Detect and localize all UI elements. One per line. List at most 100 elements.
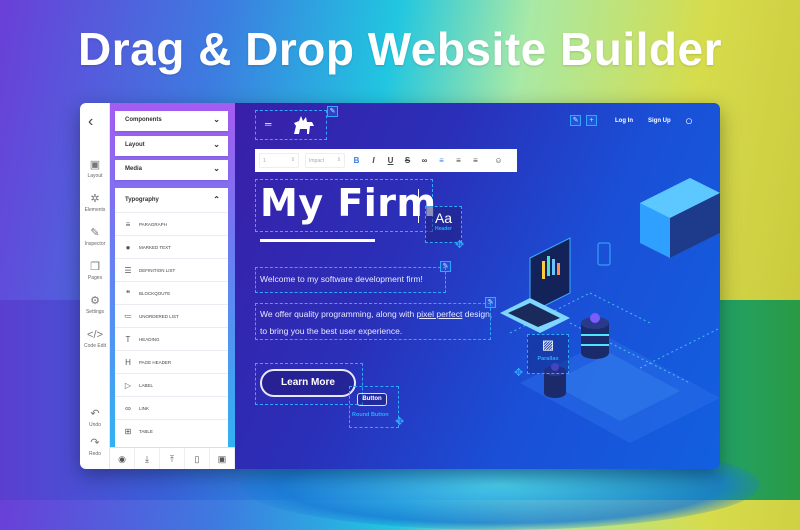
undo-button[interactable]: ↶ Undo — [80, 408, 110, 428]
section-media[interactable]: Media ⌄ — [115, 160, 228, 180]
align-left-button[interactable]: ≡ — [436, 156, 447, 165]
download-button[interactable]: ⤓ — [135, 448, 160, 469]
text-format-toolbar: 1 ⇕ Impact ⇕ B I U S ∞ ≡ ≡ ≡ ☺ — [255, 149, 517, 172]
edit-icon[interactable]: ✎ — [570, 115, 581, 126]
laptop-illustration — [500, 237, 571, 333]
code-icon: </> — [87, 329, 103, 341]
pages-icon: ❐ — [90, 261, 100, 273]
menu-icon[interactable]: ═ — [265, 119, 271, 129]
font-size-select[interactable]: 1 ⇕ — [259, 153, 299, 168]
app-window: ‹ ▣ Layout ✲ Elements ✎ Inspector ❐ Pages ⚙ S… — [80, 103, 720, 469]
redo-button[interactable]: ↷ Redo — [80, 437, 110, 457]
emoji-button[interactable]: ☺ — [493, 156, 504, 165]
login-link[interactable]: Log In — [615, 118, 633, 124]
component-unordered-list[interactable]: ≔ Unordered List — [115, 304, 228, 327]
mobile-preview-button[interactable]: ▯ — [185, 448, 210, 469]
component-marked-text[interactable]: ● Marked Text — [115, 235, 228, 258]
components-panel: Components ⌄ Layout ⌄ Media ⌄ Typography ⌃ ≡… — [110, 103, 235, 469]
back-icon[interactable]: ‹ — [88, 113, 93, 131]
section-layout[interactable]: Layout ⌄ — [115, 136, 228, 156]
page-title[interactable]: My Firm — [260, 181, 437, 225]
design-canvas[interactable]: ═ ✎ ✎ + Log In Sign Up ○ 1 ⇕ Impact ⇕ B I … — [235, 103, 720, 469]
list-icon: ☰ — [124, 265, 132, 275]
component-blockquote[interactable]: ❝ Blockqoute — [115, 281, 228, 304]
save-icon: ▣ — [217, 454, 227, 464]
bullet-list-icon: ≔ — [124, 311, 132, 321]
round-button-label: Round Button — [352, 412, 389, 418]
description-text[interactable]: We offer quality programming, along with… — [260, 306, 495, 340]
upload-button[interactable]: ⤒ — [160, 448, 185, 469]
signup-link[interactable]: Sign Up — [648, 118, 671, 124]
pencil-icon: ✎ — [90, 227, 100, 239]
typography-header[interactable]: Typography ⌃ — [115, 188, 228, 212]
undo-icon: ↶ — [90, 408, 100, 420]
image-icon: ▨ — [541, 337, 555, 352]
pixel-perfect-link[interactable]: pixel perfect — [417, 309, 463, 319]
pegasus-logo-icon — [294, 116, 314, 134]
button-widget-preview: Button — [357, 393, 387, 406]
sidebar-item-pages[interactable]: ❐ Pages — [80, 261, 110, 281]
link-button[interactable]: ∞ — [419, 156, 430, 165]
chevron-down-icon: ⌄ — [213, 140, 220, 149]
chevron-down-icon: ⌄ — [213, 115, 220, 124]
underline-button[interactable]: U — [385, 156, 396, 165]
component-label[interactable]: ▷ Label — [115, 373, 228, 396]
mobile-icon: ▯ — [194, 454, 200, 464]
sidebar-item-layout[interactable]: ▣ Layout — [80, 159, 110, 179]
label-icon: ▷ — [124, 380, 132, 390]
move-icon[interactable]: ✥ — [514, 366, 523, 379]
text-cursor — [418, 189, 419, 223]
server-illustration — [640, 178, 720, 258]
component-paragraph[interactable]: ≡ Paragraph — [115, 212, 228, 235]
info-icon: ● — [125, 242, 131, 252]
icon-sidebar: ‹ ▣ Layout ✲ Elements ✎ Inspector ❐ Pages ⚙ S… — [80, 103, 110, 469]
align-center-button[interactable]: ≡ — [453, 156, 464, 165]
align-right-button[interactable]: ≡ — [470, 156, 481, 165]
download-icon: ⤓ — [145, 454, 149, 464]
sidebar-item-inspector[interactable]: ✎ Inspector — [80, 227, 110, 247]
learn-more-button[interactable]: Learn More — [260, 369, 356, 397]
edit-icon[interactable]: ✎ — [327, 106, 338, 117]
panel-bottom-bar: ◉ ⤓ ⤒ ▯ ▣ — [110, 447, 235, 469]
upload-icon: ⤒ — [170, 454, 174, 464]
strikethrough-button[interactable]: S — [402, 156, 413, 165]
section-components[interactable]: Components ⌄ — [115, 111, 228, 131]
headline: Drag & Drop Website Builder — [78, 23, 722, 75]
sidebar-item-code-edit[interactable]: </> Code Edit — [80, 329, 110, 349]
gear-icon: ⚙ — [90, 295, 100, 307]
title-underline — [260, 239, 375, 242]
section-typography: Typography ⌃ ≡ Paragraph ● Marked Text ☰ Def… — [115, 188, 228, 448]
elements-icon: ✲ — [90, 193, 100, 205]
save-button[interactable]: ▣ — [210, 448, 235, 469]
layout-icon: ▣ — [89, 159, 101, 171]
chevron-down-icon: ⌄ — [213, 164, 220, 173]
component-link[interactable]: ∞ Link — [115, 396, 228, 419]
isometric-illustration — [500, 178, 720, 443]
component-definition-list[interactable]: ☰ Definition List — [115, 258, 228, 281]
table-icon: ⊞ — [124, 426, 132, 436]
sidebar-item-elements[interactable]: ✲ Elements — [80, 193, 110, 213]
add-icon[interactable]: + — [586, 115, 597, 126]
paragraph-icon: ≡ — [125, 219, 131, 229]
parallax-widget[interactable]: ▨ Parallax — [527, 334, 569, 374]
phone-illustration — [597, 242, 611, 266]
preview-button[interactable]: ◉ — [110, 448, 135, 469]
sidebar-item-settings[interactable]: ⚙ Settings — [80, 295, 110, 315]
chevron-up-icon: ⌃ — [213, 195, 220, 204]
eye-icon: ◉ — [118, 454, 126, 464]
redo-icon: ↷ — [90, 437, 100, 449]
component-page-header[interactable]: H Page Header — [115, 350, 228, 373]
quote-icon: ❝ — [125, 288, 131, 298]
move-icon[interactable]: ✥ — [395, 415, 404, 428]
welcome-text[interactable]: Welcome to my software development firm! — [260, 274, 423, 284]
font-family-select[interactable]: Impact ⇕ — [305, 153, 345, 168]
edit-icon[interactable]: ✎ — [440, 261, 451, 272]
component-heading[interactable]: T Heading — [115, 327, 228, 350]
search-icon[interactable]: ○ — [685, 113, 693, 128]
h-icon: H — [125, 357, 131, 367]
component-table[interactable]: ⊞ Table — [115, 419, 228, 442]
move-icon[interactable]: ✥ — [455, 238, 464, 251]
bold-button[interactable]: B — [351, 156, 362, 165]
italic-button[interactable]: I — [368, 156, 379, 165]
heading-icon: T — [125, 334, 131, 344]
